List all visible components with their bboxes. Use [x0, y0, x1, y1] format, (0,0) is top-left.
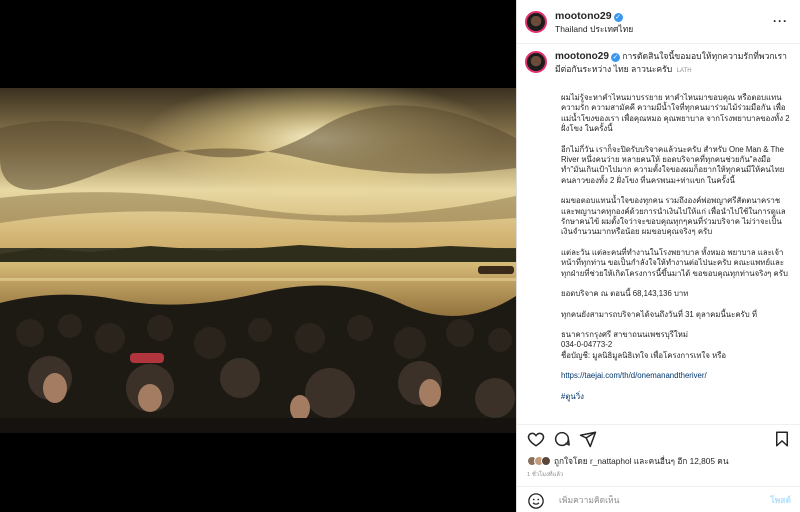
caption-paragraph: แต่ละวัน แต่ละคนที่ทำงานในโรงพยาบาล ทั้ง… [561, 247, 788, 278]
heart-icon[interactable] [527, 430, 545, 448]
caption-body: ผมไม่รู้จะหาคำไหนมาบรรยาย หาคำไหนมาขอบคุ… [561, 93, 791, 402]
username[interactable]: mootono29 [555, 10, 612, 22]
likes-count-text[interactable]: ถูกใจโดย r_nattaphol และคนอื่นๆ อีก 12,8… [554, 454, 729, 468]
caption-paragraph: ผมขอตอบแทนน้ำใจของทุกคน รวมถึงองค์พ่อพญา… [561, 196, 786, 237]
location-link[interactable]: Thailand ประเทศไทย [555, 23, 633, 36]
caption-paragraph: ผมไม่รู้จะหาคำไหนมาบรรยาย หาคำไหนมาขอบคุ… [561, 93, 790, 134]
post-side-panel: mootono29 ✓ Thailand ประเทศไทย ··· mooton… [516, 0, 800, 512]
post-header: mootono29 ✓ Thailand ประเทศไทย ··· [517, 0, 800, 44]
liker-avatar [541, 456, 551, 466]
bookmark-icon[interactable] [773, 430, 791, 448]
caption-paragraph: อีกไม่กี่วัน เราก็จะปิดรับบริจาคแล้วนะคร… [561, 144, 785, 185]
avatar[interactable] [525, 10, 547, 33]
comment-icon[interactable] [553, 430, 571, 448]
post-photo[interactable] [0, 88, 516, 433]
caption-paragraph: ทุกคนยังสามารถบริจาคได้จนถึงวันที่ 31 ตุ… [561, 309, 757, 319]
post-actions: ถูกใจโดย r_nattaphol และคนอื่นๆ อีก 12,8… [517, 424, 800, 512]
caption-title: mootono29 ✓ การตัดสินใจนี้ขอมอบให้ทุกความ… [555, 50, 791, 77]
donation-total: ยอดบริจาค ณ ตอนนี้ 68,143,136 บาท [561, 289, 689, 299]
caption-avatar[interactable] [525, 51, 547, 73]
likes-row[interactable]: ถูกใจโดย r_nattaphol และคนอื่นๆ อีก 12,8… [517, 453, 800, 469]
bank-info: ธนาคารกรุงศรี สาขาถนนเพชรบุรีใหม่ 034-0-… [561, 329, 727, 360]
verified-badge-icon: ✓ [610, 53, 620, 62]
donation-link[interactable]: https://taejai.com/th/d/onemanandtherive… [561, 371, 707, 380]
post-comment-button[interactable]: โพสต์ [770, 493, 791, 507]
sunset-crowd-image [0, 88, 516, 433]
caption-username[interactable]: mootono29 [555, 51, 609, 62]
share-icon[interactable] [579, 430, 597, 448]
caption-area: mootono29 ✓ การตัดสินใจนี้ขอมอบให้ทุกความ… [517, 44, 800, 424]
post-media-area [0, 0, 516, 512]
verified-badge-icon: ✓ [613, 12, 623, 22]
caption-lang-tag: LATH [676, 68, 692, 74]
comment-input[interactable] [559, 494, 771, 505]
hashtag-link[interactable]: #ตูนวิ่ง [561, 392, 584, 401]
more-options-icon[interactable]: ··· [773, 14, 788, 28]
comment-bar: โพสต์ [517, 486, 800, 512]
emoji-icon[interactable] [527, 492, 544, 509]
post-timestamp: 1 ชั่วโมงที่แล้ว [527, 472, 564, 478]
